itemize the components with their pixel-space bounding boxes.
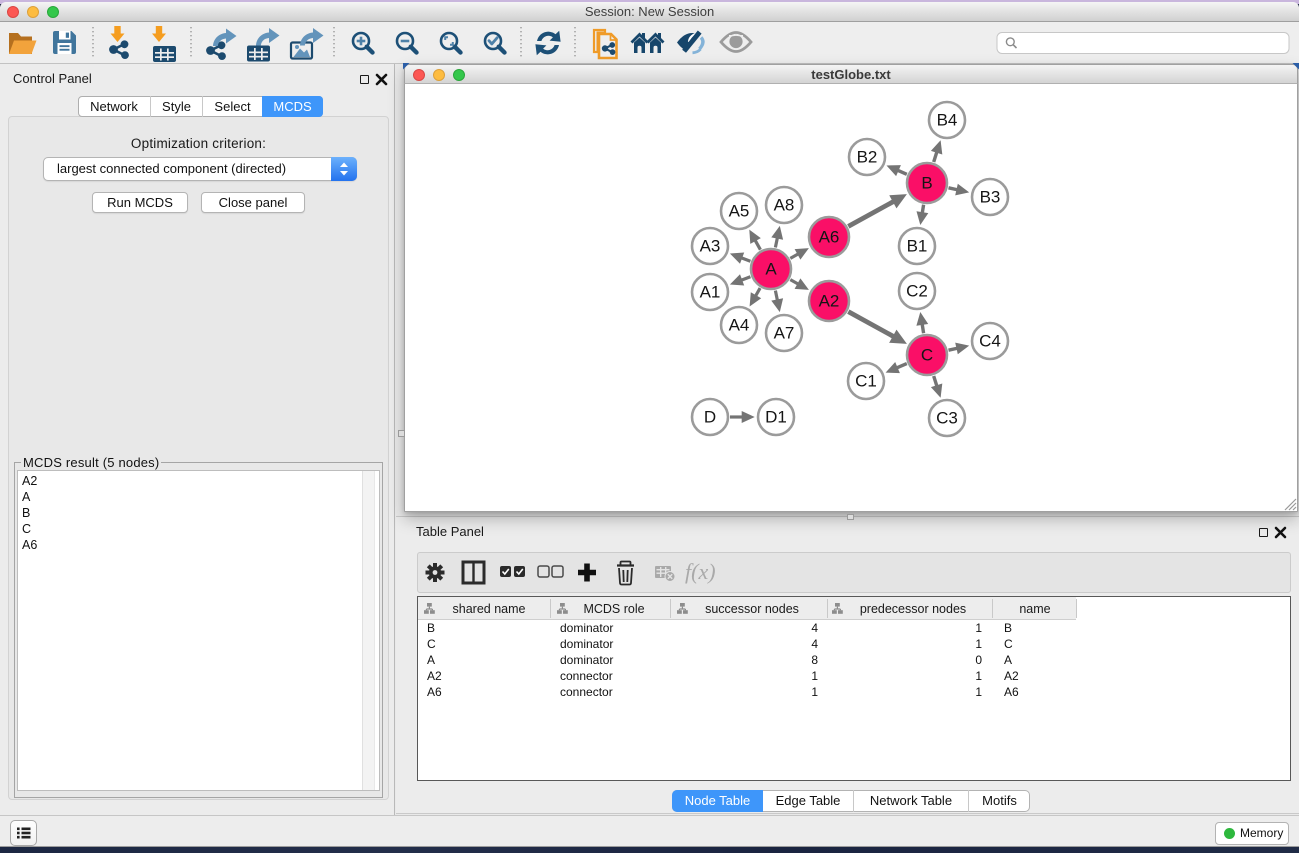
svg-text:A8: A8: [774, 196, 795, 215]
svg-text:name: name: [1019, 602, 1050, 616]
svg-text:predecessor nodes: predecessor nodes: [860, 602, 966, 616]
svg-text:shared name: shared name: [453, 602, 526, 616]
svg-text:A: A: [765, 260, 777, 279]
svg-text:A4: A4: [729, 316, 750, 335]
svg-text:f(x): f(x): [685, 559, 716, 584]
svg-text:A2: A2: [819, 292, 840, 311]
svg-text:C: C: [921, 346, 933, 365]
svg-text:D1: D1: [765, 408, 787, 427]
svg-text:A3: A3: [700, 237, 721, 256]
svg-text:B2: B2: [857, 148, 878, 167]
svg-text:D: D: [704, 408, 716, 427]
svg-text:A1: A1: [700, 283, 721, 302]
svg-text:MCDS role: MCDS role: [583, 602, 644, 616]
svg-text:B4: B4: [937, 111, 958, 130]
svg-text:B3: B3: [980, 188, 1001, 207]
svg-text:C1: C1: [855, 372, 877, 391]
svg-text:C4: C4: [979, 332, 1001, 351]
svg-text:B: B: [921, 174, 932, 193]
svg-text:B1: B1: [907, 237, 928, 256]
svg-text:C3: C3: [936, 409, 958, 428]
svg-text:A7: A7: [774, 324, 795, 343]
svg-text:C2: C2: [906, 282, 928, 301]
svg-text:successor nodes: successor nodes: [705, 602, 799, 616]
svg-text:A5: A5: [729, 202, 750, 221]
svg-text:A6: A6: [819, 228, 840, 247]
